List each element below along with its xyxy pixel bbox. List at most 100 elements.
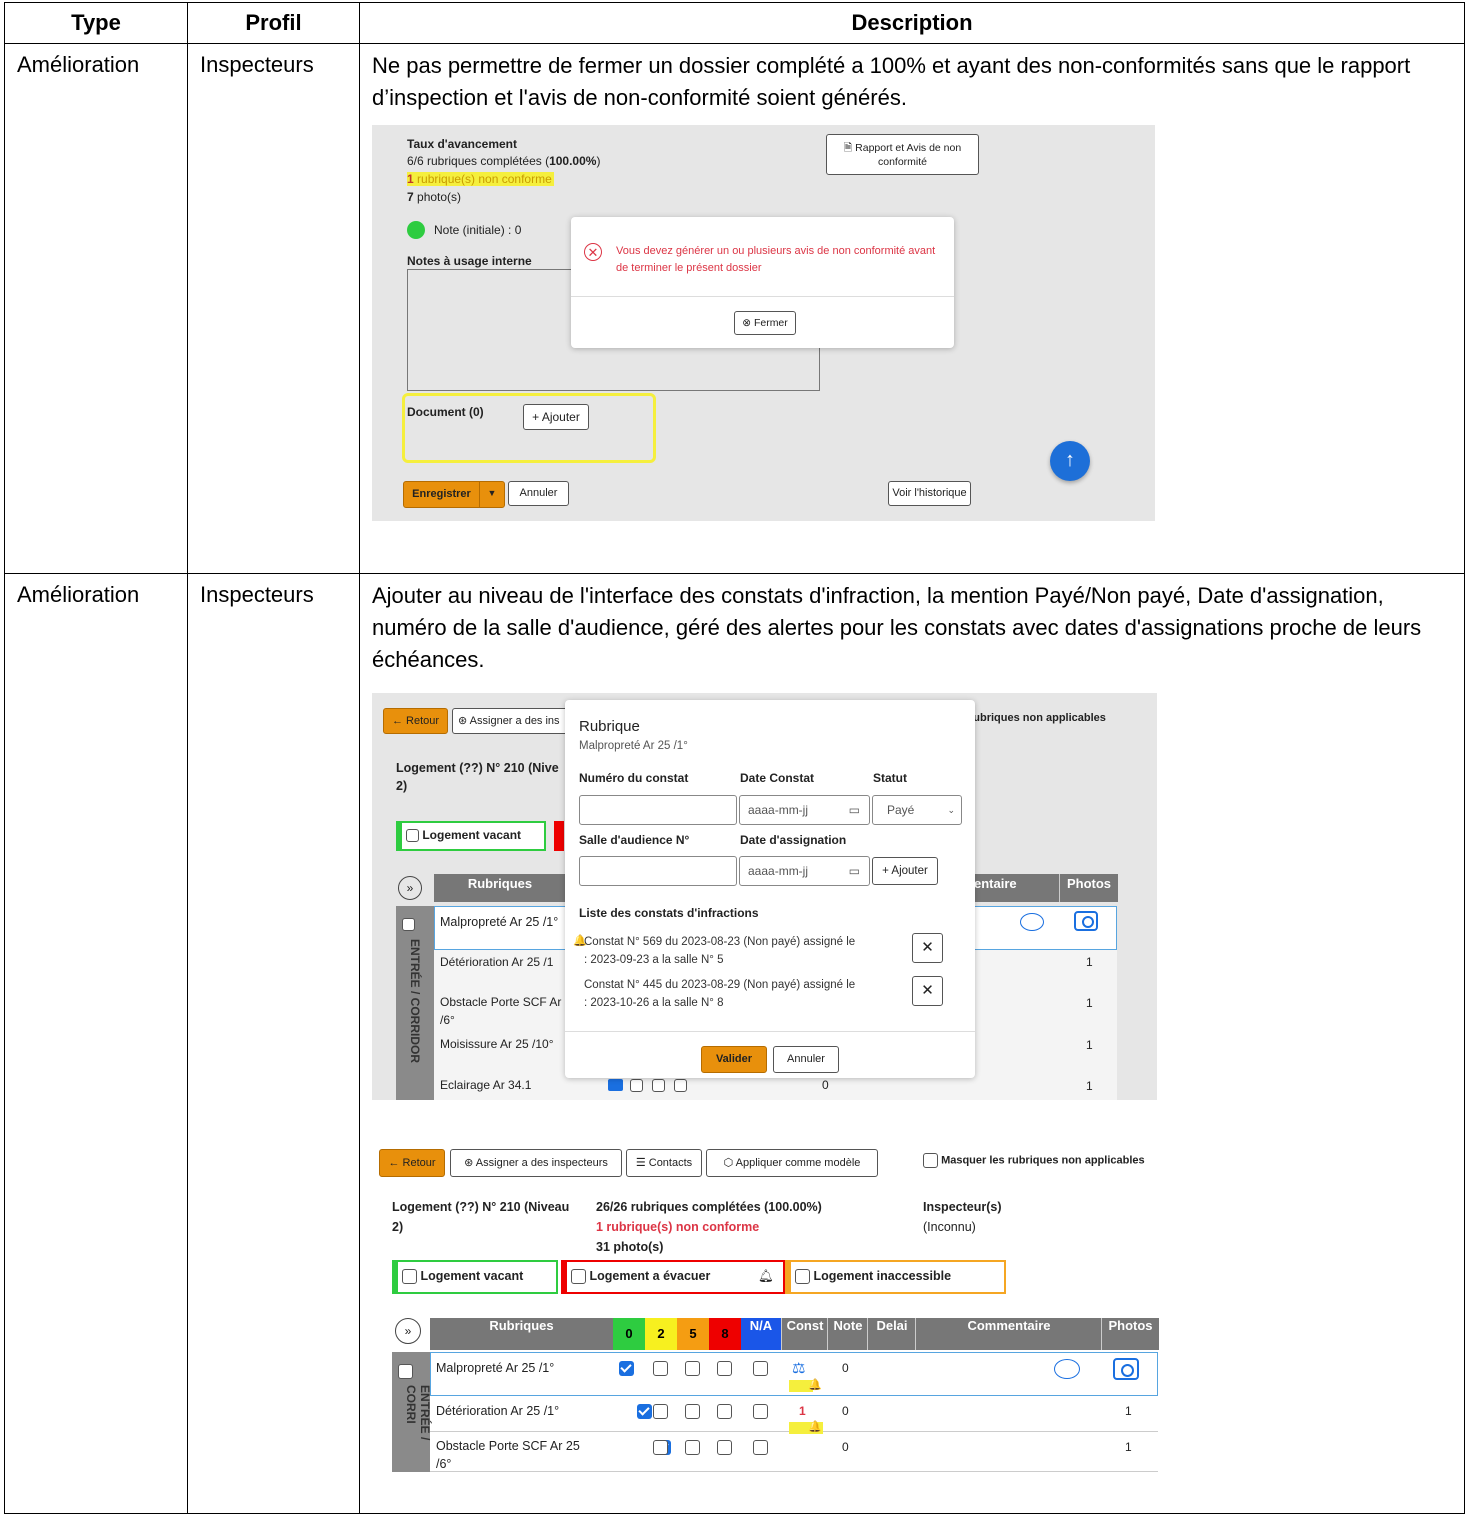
assign-button[interactable]: ⊛ Assigner a des inspecteurs (450, 1149, 622, 1177)
checkbox[interactable] (674, 1079, 687, 1092)
comment-icon[interactable] (1020, 913, 1044, 931)
checkbox[interactable] (685, 1404, 700, 1419)
inaccessible-toggle[interactable]: Logement inaccessible (785, 1260, 1006, 1294)
add-document-button[interactable]: + Ajouter (523, 404, 589, 430)
date-input[interactable]: aaaa-mm-jj ▭ (739, 795, 870, 825)
delete-icon[interactable]: ✕ (912, 933, 943, 963)
collapse-icon[interactable]: » (395, 1318, 421, 1344)
camera-icon[interactable] (1113, 1358, 1139, 1380)
delete-icon[interactable]: ✕ (912, 976, 943, 1006)
section-checkbox[interactable] (402, 918, 415, 931)
progress-line: 6/6 rubriques complétées (100.00%) (407, 154, 601, 168)
comment-icon[interactable] (1054, 1359, 1080, 1379)
checkbox[interactable] (685, 1361, 700, 1376)
photos-line: 7 photo(s) (407, 190, 462, 204)
checkbox[interactable] (717, 1404, 732, 1419)
close-button[interactable]: ⊗ Fermer (734, 311, 796, 335)
description-cell: Ne pas permettre de fermer un dossier co… (359, 43, 1465, 574)
status-select[interactable]: Payé ⌄ (872, 795, 962, 825)
housing-label: Logement (??) N° 210 (Nive (396, 761, 559, 775)
assign-date-input[interactable]: aaaa-mm-jj ▭ (739, 856, 870, 886)
chevron-down-icon[interactable]: ▼ (479, 482, 504, 507)
note-value: 0 (842, 1361, 849, 1375)
hide-na-toggle[interactable]: Masquer les rubriques non applicables (923, 1153, 1145, 1168)
status-label: Statut (873, 771, 907, 785)
score-2-header: 2 (645, 1318, 677, 1350)
evacuate-toggle[interactable]: Logement a évacuer 🔔︎ (561, 1260, 785, 1294)
checkbox[interactable] (717, 1361, 732, 1376)
score-8-header: 8 (709, 1318, 741, 1350)
modal-subtitle: Malpropreté Ar 25 /1° (579, 740, 688, 752)
requirements-table: Type Profil Description Amélioration Ins… (4, 2, 1465, 1514)
vacant-toggle[interactable]: Logement vacant (392, 1260, 558, 1294)
chevron-down-icon: ⌄ (947, 805, 955, 815)
notes-label: Notes à usage interne (407, 254, 532, 268)
note-header: Note (827, 1318, 868, 1350)
checkbox[interactable] (406, 829, 419, 843)
checkbox[interactable] (685, 1440, 700, 1455)
collapse-icon[interactable]: » (398, 876, 422, 900)
add-button[interactable]: + Ajouter (872, 857, 938, 885)
arrow-left-icon: ← (391, 715, 403, 727)
profil-cell: Inspecteurs (187, 43, 360, 574)
cancel-button[interactable]: Annuler (508, 481, 569, 506)
na-header: N/A (741, 1318, 781, 1350)
calendar-icon[interactable]: ▭ (849, 857, 860, 885)
back-button[interactable]: ← Retour (383, 708, 448, 734)
checkbox-checked[interactable] (619, 1361, 634, 1377)
checkbox[interactable] (630, 1079, 643, 1092)
report-button[interactable]: 🗎 Rapport et Avis de non conformité (826, 134, 979, 175)
checkbox[interactable] (753, 1440, 768, 1455)
checkbox[interactable] (717, 1440, 732, 1455)
rubriques-header: Rubriques (430, 1318, 613, 1350)
checkbox[interactable] (753, 1404, 768, 1419)
vacant-toggle[interactable]: Logement vacant (396, 821, 546, 851)
nonconf-line: 1 rubrique(s) non conforme (596, 1220, 760, 1234)
type-cell: Amélioration (4, 43, 188, 574)
checkbox[interactable] (653, 1404, 668, 1419)
photos-count: 1 (1086, 1038, 1093, 1052)
assign-date-label: Date d'assignation (740, 833, 847, 847)
checkbox[interactable] (795, 1269, 810, 1285)
type-cell: Amélioration (4, 573, 188, 1514)
section-label: ENTRÉE / CORRIDOR (408, 939, 422, 1064)
checkbox[interactable] (402, 1269, 417, 1285)
room-input[interactable] (579, 856, 737, 886)
camera-icon[interactable] (1074, 911, 1098, 931)
description-text: Ajouter au niveau de l'interface des con… (372, 583, 1422, 672)
row-label: Obstacle Porte SCF Ar 25 (436, 1439, 580, 1453)
profil-cell: Inspecteurs (187, 573, 360, 1514)
row-label: Détérioration Ar 25 /1 (440, 955, 554, 969)
back-button[interactable]: ← Retour (379, 1149, 445, 1177)
bell-icon[interactable]: 🔔︎ (758, 1262, 774, 1291)
save-button[interactable]: Enregistrer ▼ (403, 481, 505, 508)
cancel-button[interactable]: Annuler (773, 1046, 839, 1073)
constat-item: Constat N° 569 du 2023-08-23 (Non payé) … (584, 936, 856, 966)
scale-icon[interactable]: ⚖ (792, 1359, 805, 1377)
checkbox[interactable] (653, 1440, 668, 1455)
checkbox[interactable] (923, 1153, 938, 1168)
scroll-top-icon[interactable]: ↑ (1050, 441, 1090, 481)
model-button[interactable]: ⬡ Appliquer comme modèle (706, 1149, 878, 1177)
checkbox[interactable] (753, 1361, 768, 1376)
checkbox-checked[interactable] (608, 1079, 623, 1091)
section-label: ENTRÉE / CORRI (404, 1385, 432, 1441)
section-checkbox[interactable] (398, 1364, 413, 1379)
validate-button[interactable]: Valider (701, 1046, 767, 1073)
section-bar: ENTRÉE / CORRI (392, 1352, 432, 1472)
assign-button[interactable]: ⊛ Assigner a des ins (452, 708, 572, 734)
rubrique-modal: Rubrique Malpropreté Ar 25 /1° Numéro du… (565, 700, 975, 1078)
checkbox-checked[interactable] (637, 1404, 653, 1420)
checkbox[interactable] (571, 1269, 586, 1285)
status-dot (407, 221, 425, 239)
row-label-2: /6° (436, 1457, 452, 1471)
arrow-circle-icon: ⊛ (458, 715, 468, 727)
num-input[interactable] (579, 795, 737, 825)
contacts-button[interactable]: ☰ Contacts (626, 1149, 702, 1177)
history-button[interactable]: Voir l'historique (888, 481, 971, 506)
calendar-icon[interactable]: ▭ (849, 796, 860, 824)
checkbox[interactable] (653, 1361, 668, 1376)
checkbox[interactable] (652, 1079, 665, 1092)
row-label: Eclairage Ar 34.1 (440, 1078, 532, 1092)
screenshot-constat-grid: ← Retour ⊛ Assigner a des inspecteurs ☰ … (368, 1124, 1159, 1472)
